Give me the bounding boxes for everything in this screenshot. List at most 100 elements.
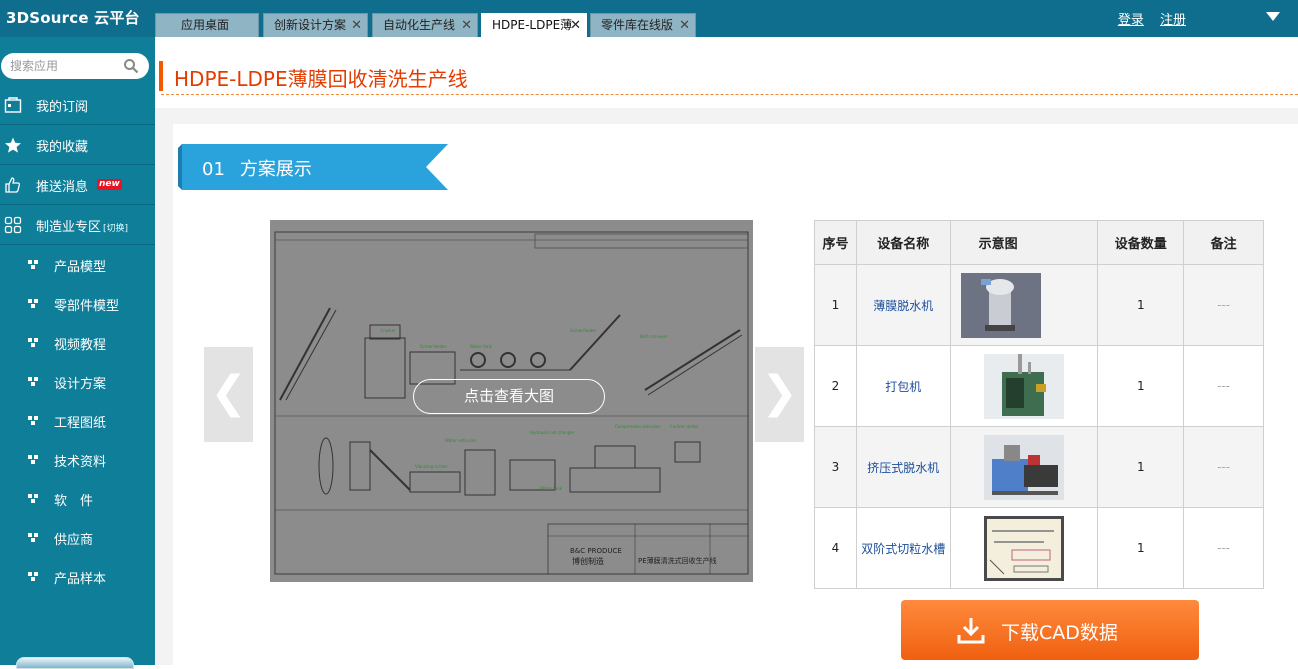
sidebar-item-label: 推送消息 <box>36 180 89 195</box>
sidebar-item-push-messages[interactable]: 推送消息 new <box>0 165 155 205</box>
drawing-label: Screw feeder <box>570 328 597 333</box>
tab-label: 零件库在线版 <box>601 18 674 32</box>
tab-label: 自动化生产线 <box>383 18 456 32</box>
equipment-name-link[interactable]: 挤压式脱水机 <box>855 426 951 508</box>
equipment-name-link[interactable]: 薄膜脱水机 <box>855 264 951 346</box>
title-accent-bar <box>159 61 163 91</box>
chevron-right-icon: ❯ <box>761 367 798 418</box>
carousel-next-button[interactable]: ❯ <box>755 347 804 442</box>
subscription-icon <box>4 97 22 113</box>
sidebar-item-label: 我的收藏 <box>36 140 89 155</box>
sidebar-subitem-design-plans[interactable]: 设计方案 <box>0 362 155 401</box>
drawing-company-en: B&C PRODUCE <box>570 547 622 555</box>
sidebar-subitem-suppliers[interactable]: 供应商 <box>0 518 155 557</box>
equipment-quantity: 1 <box>1097 345 1185 427</box>
row-number: 1 <box>814 264 857 346</box>
download-cad-button[interactable]: 下载CAD数据 <box>901 600 1199 660</box>
thumbnail-cell <box>949 345 1099 427</box>
tab-automation-line[interactable]: 自动化生产线 ✕ <box>372 13 478 37</box>
sidebar-subitem-label: 零部件模型 <box>54 299 120 314</box>
bullet-icon <box>28 260 38 269</box>
login-link[interactable]: 登录 <box>1118 13 1144 28</box>
bullet-icon <box>28 455 38 464</box>
search-placeholder: 搜索应用 <box>10 59 59 73</box>
sidebar-subitem-label: 产品样本 <box>54 572 107 587</box>
sidebar-item-label: 制造业专区 <box>36 220 102 235</box>
thumbnail-cell <box>949 507 1099 589</box>
view-large-image-button[interactable]: 点击查看大图 <box>413 379 605 414</box>
sidebar-subitem-part-models[interactable]: 零部件模型 <box>0 284 155 323</box>
equipment-thumbnail[interactable] <box>960 272 1041 338</box>
sidebar-bottom-widget[interactable] <box>16 657 134 669</box>
sidebar: 搜索应用 我的订阅 我的收藏 推送消息 new 制造业专区 [切换] 产品模型 零… <box>0 37 155 669</box>
register-link[interactable]: 注册 <box>1160 13 1186 28</box>
download-icon <box>957 618 985 644</box>
tab-app-desktop[interactable]: 应用桌面 <box>155 13 259 37</box>
tab-parts-library[interactable]: 零件库在线版 ✕ <box>590 13 696 37</box>
sidebar-item-manufacturing-zone[interactable]: 制造业专区 [切换] <box>0 205 155 245</box>
app-logo[interactable]: 3DSource 云平台 <box>6 7 140 28</box>
table-row: 4 双阶式切粒水槽 1 --- <box>814 507 1264 589</box>
tab-label: 应用桌面 <box>181 18 230 32</box>
star-icon <box>5 137 21 153</box>
switch-link[interactable]: [切换] <box>103 224 128 234</box>
chevron-left-icon: ❮ <box>210 367 247 418</box>
sidebar-item-label-wrap: 制造业专区 [切换] <box>36 216 128 235</box>
drawing-label: Control center <box>670 424 699 429</box>
sidebar-item-label: 我的订阅 <box>36 100 89 115</box>
sidebar-item-subscriptions[interactable]: 我的订阅 <box>0 85 155 125</box>
column-header: 示意图 <box>949 220 1099 265</box>
section-heading: 01 方案展示 <box>202 155 312 181</box>
bullet-icon <box>28 494 38 503</box>
sidebar-subitem-video-tutorials[interactable]: 视频教程 <box>0 323 155 362</box>
equipment-name-link[interactable]: 双阶式切粒水槽 <box>855 507 951 589</box>
equipment-quantity: 1 <box>1097 264 1185 346</box>
close-icon[interactable]: ✕ <box>351 14 362 37</box>
sidebar-item-favorites[interactable]: 我的收藏 <box>0 125 155 165</box>
equipment-quantity: 1 <box>1097 507 1185 589</box>
sidebar-subitem-product-models[interactable]: 产品模型 <box>0 245 155 284</box>
equipment-remark: --- <box>1183 507 1264 589</box>
download-label: 下载CAD数据 <box>1001 622 1118 644</box>
equipment-quantity: 1 <box>1097 426 1185 508</box>
close-icon[interactable]: ✕ <box>570 14 581 37</box>
tab-hdpe-ldpe[interactable]: HDPE-LDPE薄 ✕ <box>481 13 587 37</box>
sidebar-subitem-label: 技术资料 <box>54 455 107 470</box>
table-header-row: 序号 设备名称 示意图 设备数量 备注 <box>814 220 1264 265</box>
equipment-thumbnail[interactable] <box>984 434 1065 500</box>
search-input[interactable]: 搜索应用 <box>1 53 149 79</box>
section-number: 01 <box>202 159 225 180</box>
row-number: 3 <box>814 426 857 508</box>
thumbnail-cell <box>949 264 1099 346</box>
close-icon[interactable]: ✕ <box>679 14 690 37</box>
section-title: 方案展示 <box>239 159 312 180</box>
sidebar-subitem-label: 工程图纸 <box>54 416 107 431</box>
equipment-thumbnail[interactable] <box>984 353 1065 419</box>
sidebar-subitem-label: 软 件 <box>54 494 94 509</box>
search-icon[interactable] <box>123 58 139 74</box>
sidebar-subitem-software[interactable]: 软 件 <box>0 479 155 518</box>
thumbnail-cell <box>949 426 1099 508</box>
close-icon[interactable]: ✕ <box>461 14 472 37</box>
tab-innovative-design[interactable]: 创新设计方案 ✕ <box>263 13 368 37</box>
column-header: 备注 <box>1183 220 1264 265</box>
sidebar-subitem-technical-docs[interactable]: 技术资料 <box>0 440 155 479</box>
bullet-icon <box>28 338 38 347</box>
table-row: 1 薄膜脱水机 1 --- <box>814 264 1264 346</box>
sidebar-subitem-engineering-drawings[interactable]: 工程图纸 <box>0 401 155 440</box>
drawing-label: Hydraulic net changer <box>530 430 575 435</box>
table-row: 3 挤压式脱水机 1 --- <box>814 426 1264 508</box>
dropdown-caret-icon[interactable] <box>1266 12 1280 21</box>
bullet-icon <box>28 416 38 425</box>
row-number: 4 <box>814 507 857 589</box>
drawing-label: Belt conveyor <box>640 334 668 339</box>
sidebar-subitem-product-samples[interactable]: 产品样本 <box>0 557 155 596</box>
drawing-label: Compression extrusion <box>615 424 661 429</box>
table-row: 2 打包机 1 --- <box>814 345 1264 427</box>
column-header: 设备数量 <box>1097 220 1185 265</box>
drawing-label: Water tank <box>540 486 563 491</box>
drawing-preview[interactable]: Crusher Screw feeder Water tank Screw fe… <box>270 220 753 582</box>
carousel-prev-button[interactable]: ❮ <box>204 347 253 442</box>
equipment-name-link[interactable]: 打包机 <box>855 345 951 427</box>
equipment-thumbnail[interactable] <box>984 515 1065 581</box>
